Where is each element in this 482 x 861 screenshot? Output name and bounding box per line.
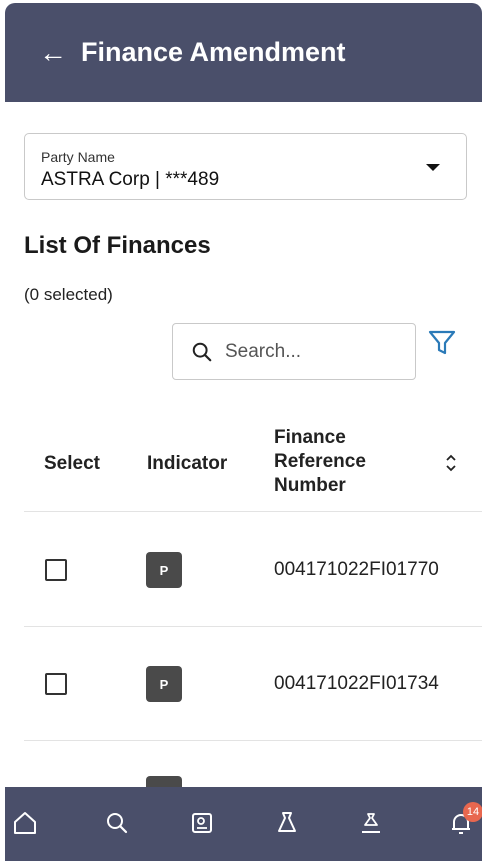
sort-icon[interactable] (443, 452, 459, 474)
row-checkbox[interactable] (45, 673, 67, 695)
nav-trade[interactable] (355, 807, 387, 839)
back-arrow-icon[interactable]: ← (39, 38, 67, 67)
reports-icon (192, 813, 212, 833)
app-header: ← Finance Amendment (5, 3, 482, 102)
column-header-finance-reference[interactable]: Finance Reference Number (274, 426, 394, 498)
party-name-label: Party Name (41, 149, 115, 165)
party-name-dropdown[interactable]: Party Name ASTRA Corp | ***489 (24, 133, 467, 200)
search-input[interactable] (225, 340, 395, 363)
nav-search[interactable] (101, 807, 133, 839)
notification-count-badge: 14 (463, 802, 482, 822)
indicator-badge: P (146, 552, 182, 588)
column-header-select: Select (44, 453, 100, 474)
filter-icon[interactable] (428, 330, 456, 356)
search-icon (107, 813, 128, 834)
finance-icon (278, 812, 296, 832)
trade-icon (362, 813, 380, 833)
row-checkbox[interactable] (45, 559, 67, 581)
table-row: P 004171022FI01770 (0, 512, 482, 626)
bottom-navigation (5, 787, 482, 861)
nav-reports[interactable] (186, 807, 218, 839)
party-name-value: ASTRA Corp | ***489 (41, 169, 220, 190)
nav-home[interactable] (9, 807, 41, 839)
home-icon (14, 812, 36, 834)
search-icon (192, 342, 212, 361)
indicator-badge: P (146, 666, 182, 702)
page-title: Finance Amendment (81, 37, 346, 67)
nav-finance[interactable] (271, 807, 303, 839)
finance-reference: 004171022FI01770 (274, 559, 439, 580)
list-title: List Of Finances (24, 232, 211, 259)
chevron-down-icon (426, 164, 440, 171)
table-row: P 004171022FI01734 (0, 627, 482, 741)
search-box[interactable] (172, 323, 416, 380)
finance-reference: 004171022FI01734 (274, 673, 439, 694)
selected-count: (0 selected) (24, 285, 113, 304)
column-header-indicator: Indicator (147, 453, 228, 474)
